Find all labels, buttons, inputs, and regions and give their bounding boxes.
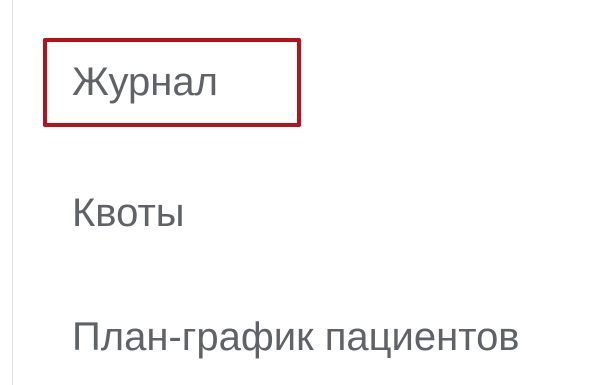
menu-item-patient-schedule[interactable]: План-график пациентов (72, 313, 520, 361)
menu-divider (12, 0, 13, 385)
navigation-menu: Журнал Квоты План-график пациентов (0, 0, 602, 385)
menu-item-journal[interactable]: Журнал (72, 58, 218, 106)
menu-item-quotas[interactable]: Квоты (72, 189, 185, 237)
